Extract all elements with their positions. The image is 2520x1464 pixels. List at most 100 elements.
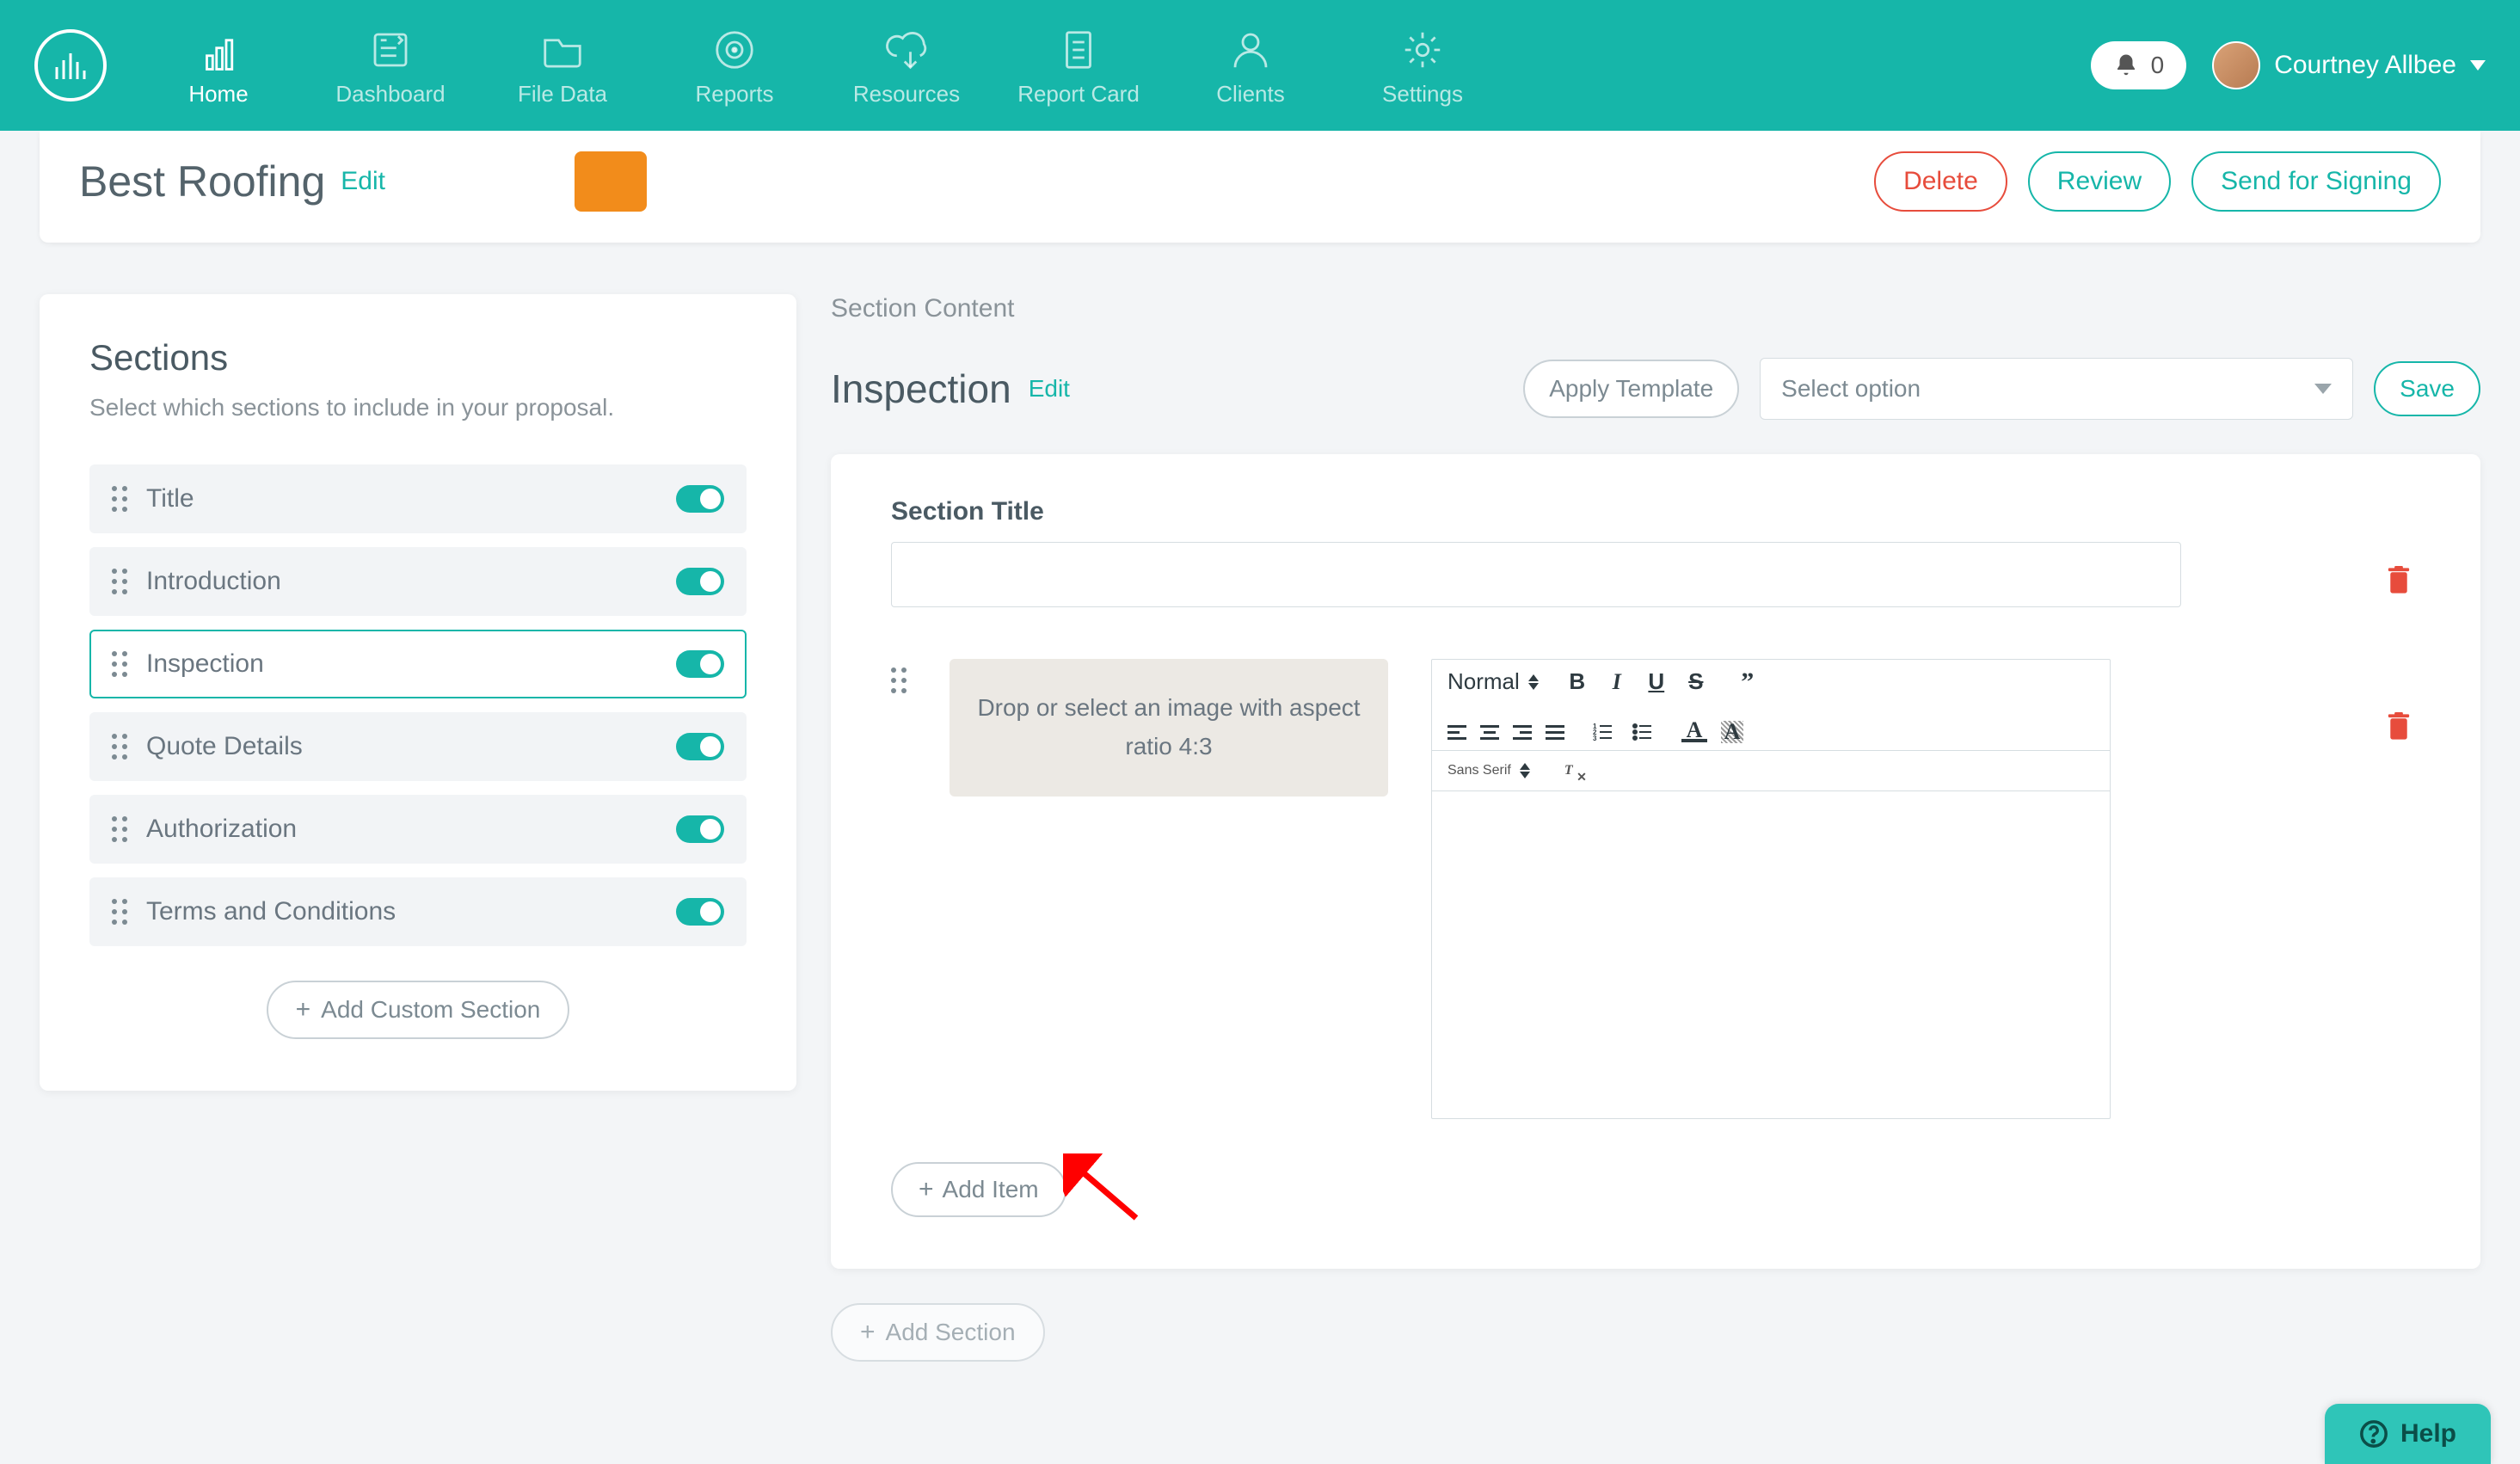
nav-label: Dashboard [335,81,445,108]
section-content-card: Section Title Drop or select an image wi… [831,454,2480,1269]
nav-item-clients[interactable]: Clients [1165,24,1337,108]
section-item-terms[interactable]: Terms and Conditions [89,877,747,946]
section-content-heading: Section Content [831,294,2480,323]
image-drop-zone[interactable]: Drop or select an image with aspect rati… [950,659,1388,797]
updown-caret-icon [1520,763,1530,778]
section-item-quote[interactable]: Quote Details [89,712,747,781]
clear-format-icon[interactable]: T✕ [1556,758,1582,784]
format-select-label: Normal [1447,668,1520,695]
folder-icon [539,24,586,76]
editor-toolbar-row1: Normal B I U S ” [1432,660,2110,751]
nav-item-reports[interactable]: Reports [648,24,821,108]
help-widget[interactable]: Help [2325,1404,2491,1464]
bars-logo-icon [50,45,91,86]
add-section-button[interactable]: + Add Section [831,1303,1045,1362]
toggle-switch[interactable] [676,733,724,760]
nav-item-home[interactable]: Home [132,24,304,108]
align-left-icon[interactable] [1447,722,1466,743]
page-edit-link[interactable]: Edit [341,167,385,196]
drag-handle-icon[interactable] [112,486,127,512]
nav-item-reportcard[interactable]: Report Card [993,24,1165,108]
section-label: Quote Details [146,732,657,761]
bold-icon[interactable]: B [1564,669,1590,695]
ordered-list-icon[interactable]: 123 [1590,719,1616,745]
save-button[interactable]: Save [2374,361,2480,416]
sections-subtitle: Select which sections to include in your… [89,394,747,421]
select-placeholder: Select option [1781,375,1921,403]
toggle-switch[interactable] [676,815,724,843]
nav-item-settings[interactable]: Settings [1337,24,1509,108]
rich-text-editor: Normal B I U S ” [1431,659,2111,1119]
editor-body[interactable] [1432,791,2110,1118]
disc-icon [711,24,758,76]
main-area: Sections Select which sections to includ… [0,243,2520,1362]
plus-icon: + [296,997,311,1023]
send-for-signing-button[interactable]: Send for Signing [2191,151,2441,212]
underline-icon[interactable]: U [1644,669,1669,695]
add-item-button[interactable]: + Add Item [891,1162,1066,1217]
notifications-pill[interactable]: 0 [2091,41,2187,89]
align-justify-icon[interactable] [1546,722,1564,743]
toggle-switch[interactable] [676,485,724,513]
delete-button[interactable]: Delete [1874,151,2007,212]
delete-item-icon[interactable] [2386,712,2412,749]
italic-icon[interactable]: I [1604,669,1630,695]
drag-handle-icon[interactable] [112,899,127,925]
format-select[interactable]: Normal [1447,668,1539,695]
document-icon [1055,24,1102,76]
unordered-list-icon[interactable] [1630,719,1656,745]
section-edit-link[interactable]: Edit [1029,375,1070,403]
drag-handle-icon[interactable] [112,816,127,842]
section-item-introduction[interactable]: Introduction [89,547,747,616]
svg-text:3: 3 [1593,735,1597,742]
annotation-arrow [1063,1153,1140,1222]
text-color-icon[interactable]: A [1681,722,1707,742]
user-icon [1227,24,1274,76]
cloud-download-icon [883,24,930,76]
font-select[interactable]: Sans Serif [1447,763,1530,778]
bell-icon [2113,52,2139,78]
delete-title-icon[interactable] [2386,566,2412,603]
drag-handle-icon[interactable] [112,651,127,677]
section-item-title[interactable]: Title [89,464,747,533]
nav-items: Home Dashboard File Data Reports Resourc… [132,24,1509,108]
help-icon [2359,1419,2388,1449]
color-swatch[interactable] [575,151,647,212]
sections-panel: Sections Select which sections to includ… [40,294,796,1091]
help-label: Help [2400,1419,2456,1449]
nav-item-dashboard[interactable]: Dashboard [304,24,476,108]
nav-item-resources[interactable]: Resources [821,24,993,108]
add-custom-section-button[interactable]: + Add Custom Section [267,981,570,1039]
user-menu[interactable]: Courtney Allbee [2212,41,2486,89]
nav-label: Report Card [1017,81,1140,108]
background-color-icon[interactable]: A [1721,721,1743,743]
dashboard-icon [367,24,414,76]
header-actions: Delete Review Send for Signing [1874,151,2441,212]
user-name: Courtney Allbee [2274,51,2456,80]
apply-template-button[interactable]: Apply Template [1523,360,1739,418]
section-title-input[interactable] [891,542,2181,607]
align-right-icon[interactable] [1513,722,1532,743]
section-item-inspection[interactable]: Inspection [89,630,747,698]
toggle-switch[interactable] [676,568,724,595]
nav-right: 0 Courtney Allbee [2091,41,2486,89]
toggle-switch[interactable] [676,650,724,678]
align-center-icon[interactable] [1480,722,1499,743]
blockquote-icon[interactable]: ” [1735,669,1761,695]
section-label: Title [146,484,657,514]
app-logo[interactable] [34,29,107,101]
section-label: Terms and Conditions [146,897,657,926]
drag-handle-icon[interactable] [112,569,127,594]
nav-label: Reports [695,81,773,108]
drag-handle-icon[interactable] [891,667,907,693]
section-item-authorization[interactable]: Authorization [89,795,747,864]
review-button[interactable]: Review [2028,151,2171,212]
avatar [2212,41,2260,89]
nav-item-filedata[interactable]: File Data [476,24,648,108]
nav-label: Settings [1382,81,1463,108]
toggle-switch[interactable] [676,898,724,926]
section-label: Authorization [146,815,657,844]
template-select[interactable]: Select option [1760,358,2353,420]
strike-icon[interactable]: S [1683,669,1709,695]
drag-handle-icon[interactable] [112,734,127,760]
